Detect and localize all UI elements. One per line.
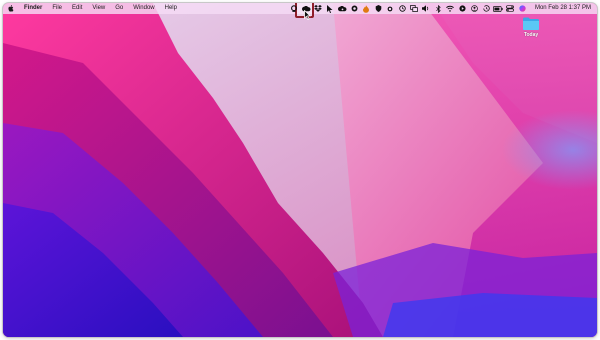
play-icon[interactable] <box>456 3 468 14</box>
arrow-icon[interactable] <box>324 3 336 14</box>
mouse-pointer-icon <box>304 7 312 25</box>
menu-help[interactable]: Help <box>160 3 182 14</box>
menu-bar: Finder File Edit View Go Window Help Mon… <box>3 3 597 18</box>
menu-view[interactable]: View <box>87 3 110 14</box>
menu-bar-clock[interactable]: Mon Feb 28 1:37 PM <box>535 3 591 14</box>
menu-window[interactable]: Window <box>128 3 159 14</box>
desktop-wallpaper <box>3 3 597 337</box>
battery-icon[interactable] <box>492 3 504 14</box>
desktop-screen: Finder File Edit View Go Window Help Mon… <box>3 3 597 337</box>
menu-edit[interactable]: Edit <box>67 3 87 14</box>
status-menu-extras <box>288 3 528 14</box>
time-machine-icon[interactable] <box>480 3 492 14</box>
flame-icon[interactable] <box>360 3 372 14</box>
globe-icon[interactable] <box>348 3 360 14</box>
folder-icon <box>523 17 539 30</box>
menu-bar-left: Finder File Edit View Go Window Help <box>3 3 182 14</box>
menu-go[interactable]: Go <box>110 3 128 14</box>
user-icon[interactable] <box>468 3 480 14</box>
dropbox-icon[interactable] <box>312 3 324 14</box>
apple-logo-icon[interactable] <box>3 3 19 14</box>
siri-icon[interactable] <box>516 3 528 14</box>
creative-cloud-icon[interactable] <box>336 3 348 14</box>
control-center-icon[interactable] <box>504 3 516 14</box>
menu-file[interactable]: File <box>47 3 67 14</box>
desktop-folder-today[interactable]: Today <box>517 16 545 38</box>
desktop-folder-label: Today <box>523 32 539 38</box>
screens-icon[interactable] <box>408 3 420 14</box>
wifi-icon[interactable] <box>444 3 456 14</box>
dot-icon[interactable] <box>384 3 396 14</box>
clock-icon[interactable] <box>396 3 408 14</box>
volume-icon[interactable] <box>420 3 432 14</box>
mountain-duck-icon[interactable] <box>288 3 300 14</box>
bluetooth-icon[interactable] <box>432 3 444 14</box>
shield-icon[interactable] <box>372 3 384 14</box>
menu-finder[interactable]: Finder <box>19 3 47 14</box>
